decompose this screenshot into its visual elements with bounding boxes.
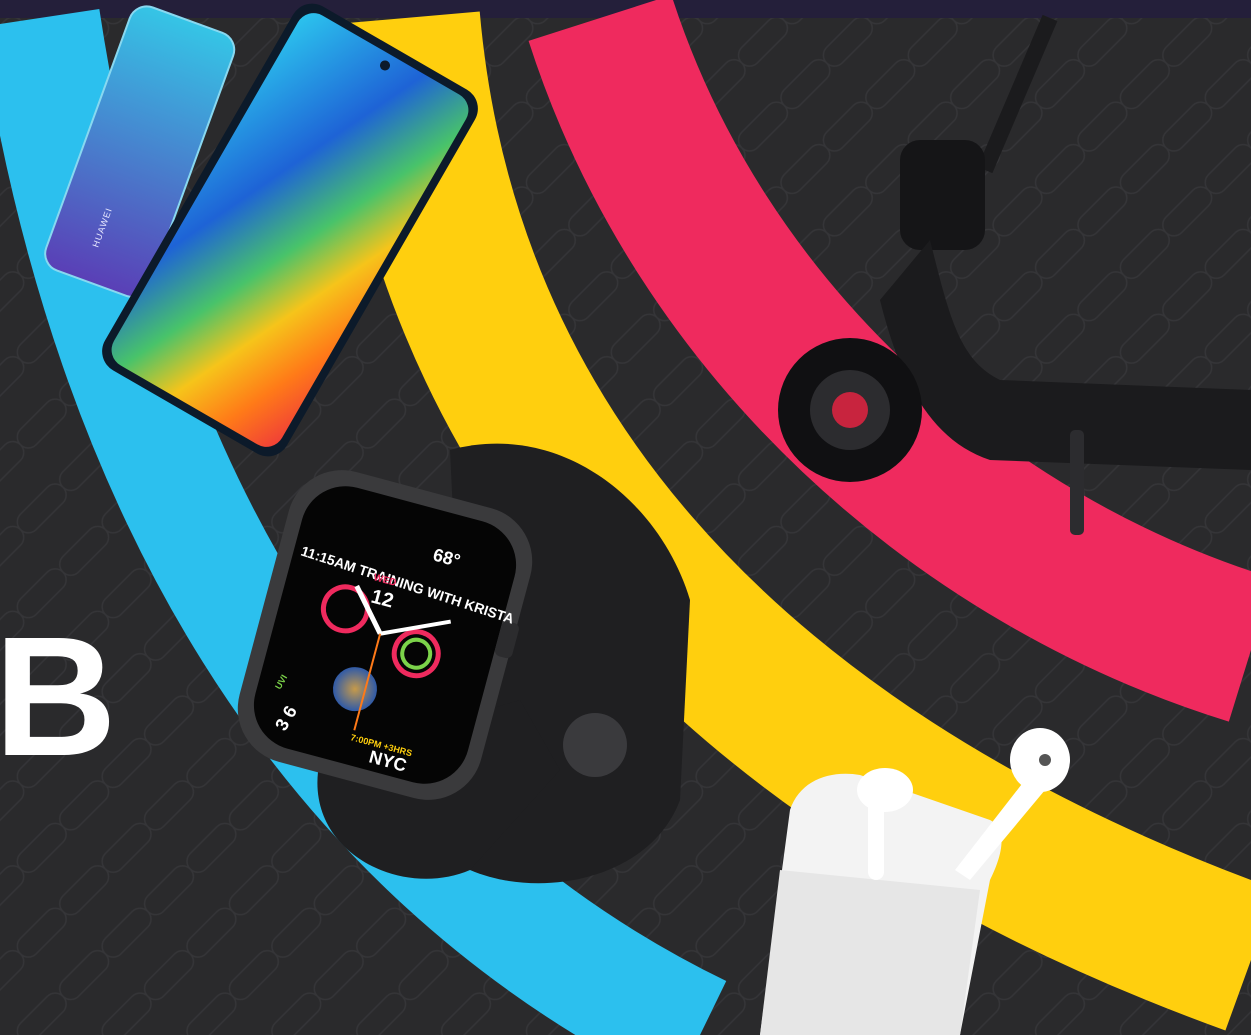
background-artwork: 11:15AM TRAINING WITH KRISTA 68° WED 12 … <box>0 0 1251 1035</box>
promo-banner: 11:15AM TRAINING WITH KRISTA 68° WED 12 … <box>0 0 1251 1035</box>
hero-letter: B <box>0 602 117 792</box>
